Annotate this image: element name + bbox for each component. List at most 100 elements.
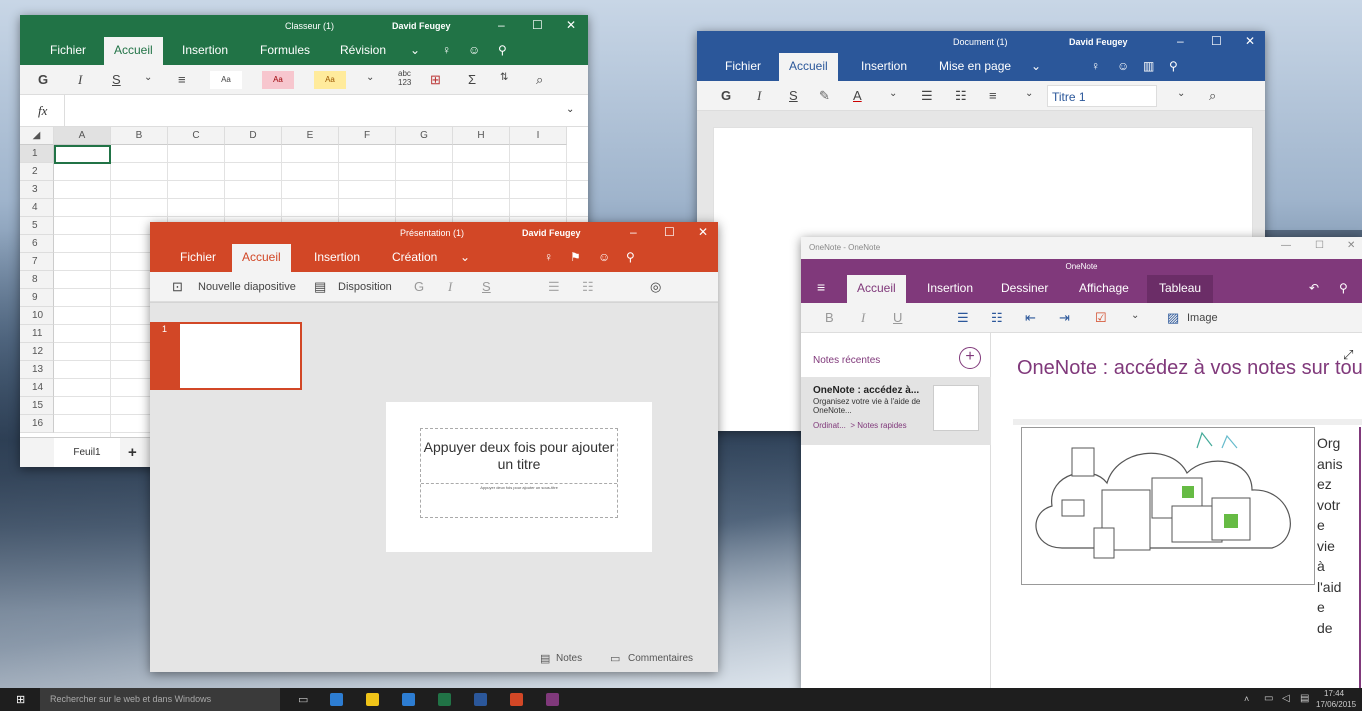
bullets-icon[interactable]: ☰ [957,310,969,326]
minimize-button[interactable]: – [1177,34,1184,48]
numbering-icon[interactable]: ☷ [955,88,967,104]
network-icon[interactable]: ▭ [1264,693,1273,704]
row-header[interactable]: 10 [20,307,54,325]
tags-chevron-icon[interactable]: ⌄ [1131,310,1139,321]
column-header[interactable]: H [453,127,510,145]
close-button[interactable]: ✕ [566,18,576,32]
style-chevron-icon[interactable]: ⌄ [1177,88,1185,99]
tray-chevron-icon[interactable]: ˄ [1244,694,1249,704]
tab-tableau[interactable]: Tableau [1147,275,1214,303]
comment-icon[interactable]: ▭ [610,652,620,665]
underline-button[interactable]: S [482,279,491,294]
row-header[interactable]: 6 [20,235,54,253]
more-tabs-chevron-icon[interactable]: ⌄ [460,250,470,264]
lightbulb-icon[interactable]: ♀ [544,250,553,264]
tab-insertion[interactable]: Insertion [182,43,228,57]
file-explorer-icon[interactable] [366,693,379,706]
column-header[interactable]: D [225,127,282,145]
outdent-icon[interactable]: ⇤ [1025,310,1036,326]
placeholder-box[interactable]: Appuyer deux fois pour ajouter un titre … [420,428,618,518]
row-header[interactable]: 14 [20,379,54,397]
cell-style-normal[interactable]: Aa [210,71,242,89]
start-windows-icon[interactable]: ⊞ [16,693,25,706]
tab-insertion[interactable]: Insertion [927,281,973,295]
row-header[interactable]: 4 [20,199,54,217]
styles-chevron-icon[interactable]: ⌄ [366,72,374,83]
font-color-button[interactable]: A [853,88,862,103]
formula-expand-chevron-icon[interactable]: ⌄ [566,104,574,115]
column-header[interactable]: I [510,127,567,145]
tab-accueil[interactable]: Accueil [104,37,163,65]
more-tabs-chevron-icon[interactable]: ⌄ [1031,59,1041,73]
number-format-button[interactable]: abc 123 [398,69,411,87]
sheet-tab-feuil1[interactable]: Feuil1 [54,438,120,467]
comments-button[interactable]: Commentaires [628,653,693,664]
column-header[interactable]: A [54,127,111,145]
onenote-window[interactable]: OneNote - OneNote — ☐ ✕ OneNote ≡ Accuei… [801,237,1362,690]
new-slide-icon[interactable]: ⊡ [172,279,183,295]
clock-date[interactable]: 17/06/2015 [1316,700,1356,709]
title-placeholder[interactable]: Appuyer deux fois pour ajouter un titre [421,439,617,473]
highlighter-icon[interactable]: ✎ [819,88,830,104]
presenter-icon[interactable]: ⚑ [570,250,581,264]
onenote-app-icon[interactable] [546,693,559,706]
sort-filter-icon[interactable]: ⇅ [500,72,508,83]
row-header[interactable]: 1 [20,145,54,163]
tab-formules[interactable]: Formules [260,43,310,57]
column-header[interactable]: E [282,127,339,145]
row-header[interactable]: 12 [20,343,54,361]
row-header[interactable]: 9 [20,289,54,307]
numbering-icon[interactable]: ☷ [582,279,594,295]
autosum-button[interactable]: Σ [468,72,476,87]
todo-checkbox-icon[interactable]: ☑ [1095,310,1107,326]
reading-mode-icon[interactable]: ▥ [1143,59,1154,73]
excel-user[interactable]: David Feugey [392,21,451,31]
maximize-button[interactable]: ☐ [664,225,675,239]
minimize-button[interactable]: – [498,18,505,32]
edge-browser-icon[interactable] [330,693,343,706]
bold-button[interactable]: G [38,72,48,87]
powerpoint-window[interactable]: Présentation (1) David Feugey – ☐ ✕ Fich… [150,222,718,672]
underline-button[interactable]: S [789,88,798,103]
bullets-icon[interactable]: ☰ [921,88,933,104]
numbering-icon[interactable]: ☷ [991,310,1003,326]
italic-button[interactable]: I [757,88,761,104]
italic-button[interactable]: I [78,72,82,88]
tab-accueil[interactable]: Accueil [779,53,838,81]
share-icon[interactable]: ⚲ [1169,59,1178,73]
new-slide-button[interactable]: Nouvelle diapositive [198,281,296,293]
bold-button[interactable]: G [721,88,731,103]
italic-button[interactable]: I [448,279,452,295]
bold-button[interactable]: B [825,310,834,325]
indent-icon[interactable]: ⇥ [1059,310,1070,326]
insert-cells-icon[interactable]: ⊞ [430,72,441,88]
minimize-button[interactable]: – [630,225,637,239]
row-header[interactable]: 15 [20,397,54,415]
row-header[interactable]: 13 [20,361,54,379]
note-page[interactable]: OneNote : accédez à vos notes sur tous v… [991,333,1362,690]
tab-mise-en-page[interactable]: Mise en page [939,59,1011,73]
row-header[interactable]: 11 [20,325,54,343]
font-color-chevron-icon[interactable]: ⌄ [889,88,897,99]
insert-image-button[interactable]: Image [1187,312,1218,324]
row-header[interactable]: 8 [20,271,54,289]
paragraph-chevron-icon[interactable]: ⌄ [1025,88,1033,99]
align-icon[interactable]: ≡ [989,88,997,103]
excel-titlebar[interactable]: Classeur (1) David Feugey – ☐ ✕ [20,15,588,37]
bold-button[interactable]: G [414,279,424,294]
add-note-button[interactable]: + [959,347,981,369]
share-icon[interactable]: ⚲ [498,43,507,57]
container-handle[interactable] [1013,419,1362,425]
notes-button[interactable]: Notes [556,653,582,664]
tab-fichier[interactable]: Fichier [180,250,216,264]
page-paragraph[interactable]: Org anis ez votr e vie à l'aid e de [1317,433,1361,638]
lightbulb-icon[interactable]: ♀ [1091,59,1100,73]
hamburger-menu-icon[interactable]: ≡ [817,279,825,295]
tab-accueil[interactable]: Accueil [847,275,906,303]
tab-fichier[interactable]: Fichier [725,59,761,73]
smiley-icon[interactable]: ☺ [1117,59,1129,73]
subtitle-placeholder[interactable]: Appuyer deux fois pour ajouter un sous-t… [421,485,617,490]
underline-button[interactable]: S [112,72,121,87]
excel-app-icon[interactable] [438,693,451,706]
smiley-icon[interactable]: ☺ [598,250,610,264]
